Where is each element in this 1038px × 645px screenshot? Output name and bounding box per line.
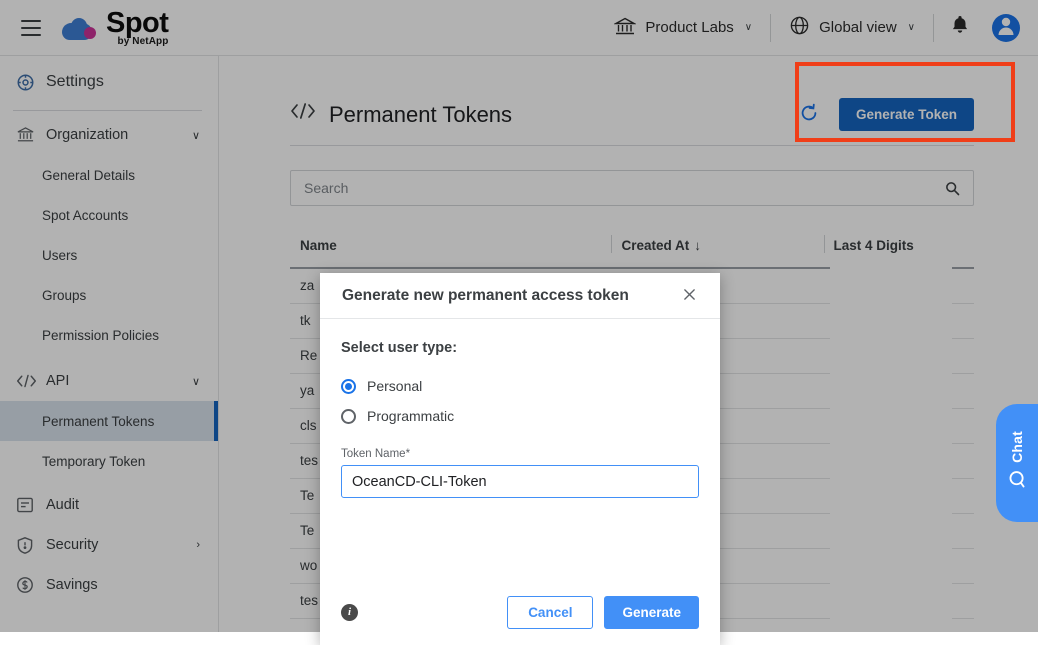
required-marker: * (406, 448, 410, 460)
modal-title: Generate new permanent access token (342, 287, 629, 305)
radio-icon-selected[interactable] (341, 379, 356, 394)
radio-label: Personal (367, 378, 422, 394)
cancel-button[interactable]: Cancel (507, 596, 593, 629)
radio-icon-unselected[interactable] (341, 409, 356, 424)
token-name-label: Token Name* (341, 448, 699, 460)
modal-footer: i Cancel Generate (320, 579, 720, 645)
modal-header: Generate new permanent access token (320, 273, 720, 319)
info-icon[interactable]: i (341, 604, 358, 621)
chat-widget-label: Chat (1009, 431, 1025, 463)
chat-search-icon (1007, 469, 1028, 495)
radio-label: Programmatic (367, 408, 454, 424)
generate-token-modal: Generate new permanent access token Sele… (320, 273, 720, 645)
modal-action-buttons: Cancel Generate (507, 596, 699, 629)
close-icon[interactable] (681, 284, 698, 307)
chat-widget-button[interactable]: Chat (996, 404, 1038, 522)
radio-option-personal[interactable]: Personal (341, 371, 699, 401)
user-type-legend: Select user type: (341, 340, 699, 356)
token-name-input[interactable] (341, 465, 699, 498)
generate-button[interactable]: Generate (604, 596, 699, 629)
app-root: Spot by NetApp Product Labs ∨ (0, 0, 1038, 632)
token-name-field-group: Token Name* (341, 448, 699, 498)
token-name-label-text: Token Name (341, 448, 406, 460)
radio-option-programmatic[interactable]: Programmatic (341, 401, 699, 431)
modal-body: Select user type: Personal Programmatic … (320, 319, 720, 579)
